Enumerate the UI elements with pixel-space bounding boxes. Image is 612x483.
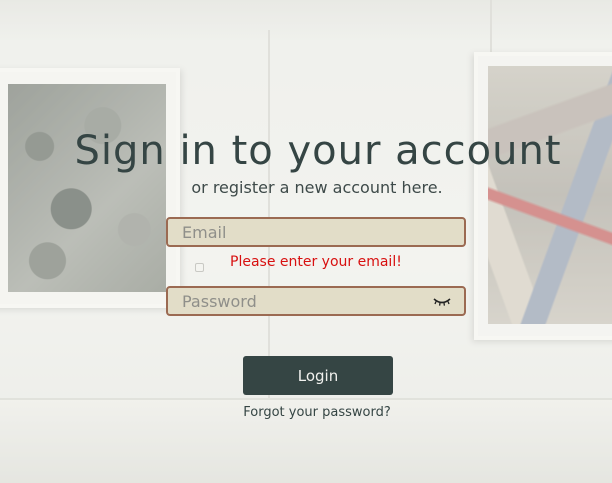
login-button[interactable]: Login	[243, 356, 393, 395]
email-input[interactable]	[168, 219, 464, 245]
eye-closed-icon[interactable]	[432, 296, 452, 308]
forgot-password-link[interactable]: Forgot your password?	[0, 405, 612, 420]
email-field[interactable]	[166, 217, 466, 247]
page-title: Sign in to your account	[74, 128, 562, 174]
password-field[interactable]	[166, 286, 466, 316]
register-prompt[interactable]: or register a new account here.	[0, 178, 612, 197]
password-input[interactable]	[168, 288, 464, 314]
autofill-marker	[195, 263, 204, 272]
email-error-message: Please enter your email!	[230, 254, 402, 270]
